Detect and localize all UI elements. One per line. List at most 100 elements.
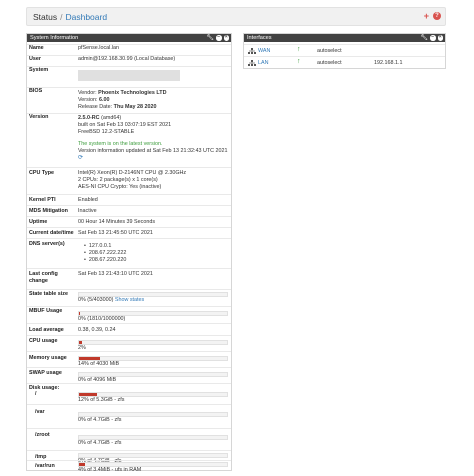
version-value: 2.5.0-RC (amd64) built on Sat Feb 13 03:… (78, 115, 230, 162)
version-latest-status: The system is on the latest version. (78, 141, 163, 147)
disk-var-bar (78, 412, 228, 417)
disk-varrun-value: 4% of 3.4MiB - ufs in RAM (78, 461, 230, 474)
row-label: User (29, 56, 41, 62)
refresh-icon[interactable]: ⟳ (78, 155, 230, 162)
system-value (78, 70, 230, 84)
minus-icon[interactable]: − (216, 35, 222, 41)
dns-list: 127.0.0.1 208.67.222.222 208.67.220.220 (78, 243, 230, 264)
show-states-link[interactable]: Show states (115, 297, 144, 303)
breadcrumb-root[interactable]: Status (33, 12, 57, 22)
row-dns: DNS server(s) 127.0.0.1 208.67.222.222 2… (27, 238, 231, 268)
row-version: Version 2.5.0-RC (amd64) built on Sat Fe… (27, 113, 231, 167)
disk-root-value: 12% of 5.3GiB - zfs (78, 391, 230, 404)
question-icon[interactable]: ? (433, 12, 441, 20)
row-load: Load average 0.38, 0.39, 0.24 (27, 323, 231, 335)
row-memory: Memory usage 14% of 4030 MiB (27, 351, 231, 367)
breadcrumb-separator: / (60, 11, 63, 22)
close-icon[interactable]: × (223, 35, 229, 41)
header-actions: + ? (424, 12, 441, 21)
system-information-panel: System Information 🔧︎ − × Name pfSense.l… (26, 33, 232, 474)
row-mbuf: MBUF Usage 0% (1810/1000000) (27, 306, 231, 323)
row-label: State table size (29, 291, 68, 297)
disk-var-value: 0% of 4.7GiB - zfs (78, 411, 230, 424)
arrow-up-icon: ↑ (297, 58, 301, 65)
disk-mount: /var/run (35, 463, 55, 469)
row-cpu-type: CPU Type Intel(R) Xeon(R) D-2146NT CPU @… (27, 167, 231, 194)
row-label: SWAP usage (29, 370, 62, 376)
mds-value: Inactive (78, 208, 97, 214)
row-label: BIOS (29, 88, 43, 94)
cpu-type-value: Intel(R) Xeon(R) D-2146NT CPU @ 2.30GHz … (78, 170, 230, 191)
row-label: Load average (29, 327, 64, 333)
row-bios: BIOS Vendor: Phoenix Technologies LTD Ve… (27, 87, 231, 113)
row-datetime: Current date/time Sat Feb 13 21:45:50 UT… (27, 227, 231, 238)
interface-media: autoselect (317, 47, 342, 54)
breadcrumb-current[interactable]: Dashboard (65, 12, 107, 22)
mbuf-text: 0% (1810/1000000) (78, 316, 126, 322)
row-last-config: Last config change Sat Feb 13 21:43:10 U… (27, 268, 231, 289)
interface-name-link[interactable]: WAN (258, 48, 270, 54)
row-mds: MDS Mitigation Inactive (27, 205, 231, 216)
row-label: Version (29, 114, 49, 120)
plus-icon[interactable]: + (424, 12, 429, 21)
state-table-value: 0% (5/403000) Show states (78, 291, 230, 304)
cpu-aes: AES-NI CPU Crypto: Yes (inactive) (78, 184, 162, 190)
row-label: DNS server(s) (29, 241, 65, 247)
user-value: admin@192.168.30.99 (Local Database) (78, 56, 176, 62)
dns-server: 208.67.222.222 (84, 250, 230, 257)
row-label: CPU usage (29, 338, 58, 344)
interface-name-link[interactable]: LAN (258, 60, 269, 66)
bios-vendor: Vendor: Phoenix Technologies LTD (78, 90, 167, 96)
datetime-value: Sat Feb 13 21:45:50 UTC 2021 (78, 230, 153, 236)
panel-heading: Interfaces 🔧︎ − × (244, 34, 445, 42)
disk-root-bar (78, 392, 228, 397)
minus-icon[interactable]: − (430, 35, 436, 41)
row-label: Memory usage (29, 355, 67, 361)
panel-tools: 🔧︎ − × (420, 35, 443, 41)
disk-root-text: 12% of 5.3GiB - zfs (78, 397, 125, 403)
uptime-value: 00 Hour 14 Minutes 39 Seconds (78, 219, 156, 225)
panel-tools: 🔧︎ − × (206, 35, 229, 41)
row-swap: SWAP usage 0% of 4096 MiB (27, 367, 231, 383)
row-label: System (29, 67, 49, 73)
panel-heading: System Information 🔧︎ − × (27, 34, 231, 42)
version-info-updated: Version information updated at Sat Feb 1… (78, 148, 228, 154)
kernel-pti-value: Enabled (78, 197, 98, 203)
network-icon (248, 60, 256, 66)
disk-mount: /zroot (35, 432, 50, 438)
disk-varrun-text: 4% of 3.4MiB - ufs in RAM (78, 467, 142, 473)
mbuf-bar (78, 311, 228, 316)
close-icon[interactable]: × (437, 35, 443, 41)
row-disk-varrun: /var/run 4% of 3.4MiB - ufs in RAM (27, 460, 231, 474)
interface-ip: 192.168.1.1 (374, 59, 403, 66)
row-kernel-pti: Kernel PTI Enabled (27, 194, 231, 205)
last-config-value: Sat Feb 13 21:43:10 UTC 2021 (78, 271, 153, 277)
disk-zroot-text: 0% of 4.7GiB - zfs (78, 440, 122, 446)
row-disk-tmp: /tmp 0% of 4.7GiB - zfs (27, 450, 231, 464)
state-table-text: 0% (5/403000) Show states (78, 297, 145, 303)
row-system: System (27, 66, 231, 87)
row-label: Last config change (29, 271, 58, 284)
row-label: Current date/time (29, 230, 74, 236)
row-label: MBUF Usage (29, 308, 63, 314)
cpu-model: Intel(R) Xeon(R) D-2146NT CPU @ 2.30GHz (78, 170, 187, 176)
wrench-icon[interactable]: 🔧︎ (206, 35, 214, 41)
row-disk-root: / 12% of 5.3GiB - zfs (27, 391, 231, 404)
disk-tmp-bar (78, 453, 228, 458)
row-label: Name (29, 45, 44, 51)
disk-mount: / (35, 391, 37, 397)
load-value: 0.38, 0.39, 0.24 (78, 327, 116, 333)
arrow-up-icon: ↑ (297, 46, 301, 53)
interface-media: autoselect (317, 59, 342, 66)
page-header: Status / Dashboard + ? (26, 7, 446, 26)
wrench-icon[interactable]: 🔧︎ (420, 35, 428, 41)
disk-mount: /var (35, 409, 45, 415)
row-state-table: State table size 0% (5/403000) Show stat… (27, 289, 231, 306)
version-release: 2.5.0-RC (amd64) (78, 115, 122, 121)
row-cpu-usage: CPU usage 2% (27, 335, 231, 351)
mbuf-value: 0% (1810/1000000) (78, 310, 230, 323)
row-name: Name pfSense.local.lan (27, 44, 231, 55)
disk-var-text: 0% of 4.7GiB - zfs (78, 417, 122, 423)
redacted-block (78, 70, 180, 81)
bios-value: Vendor: Phoenix Technologies LTD Version… (78, 90, 230, 111)
